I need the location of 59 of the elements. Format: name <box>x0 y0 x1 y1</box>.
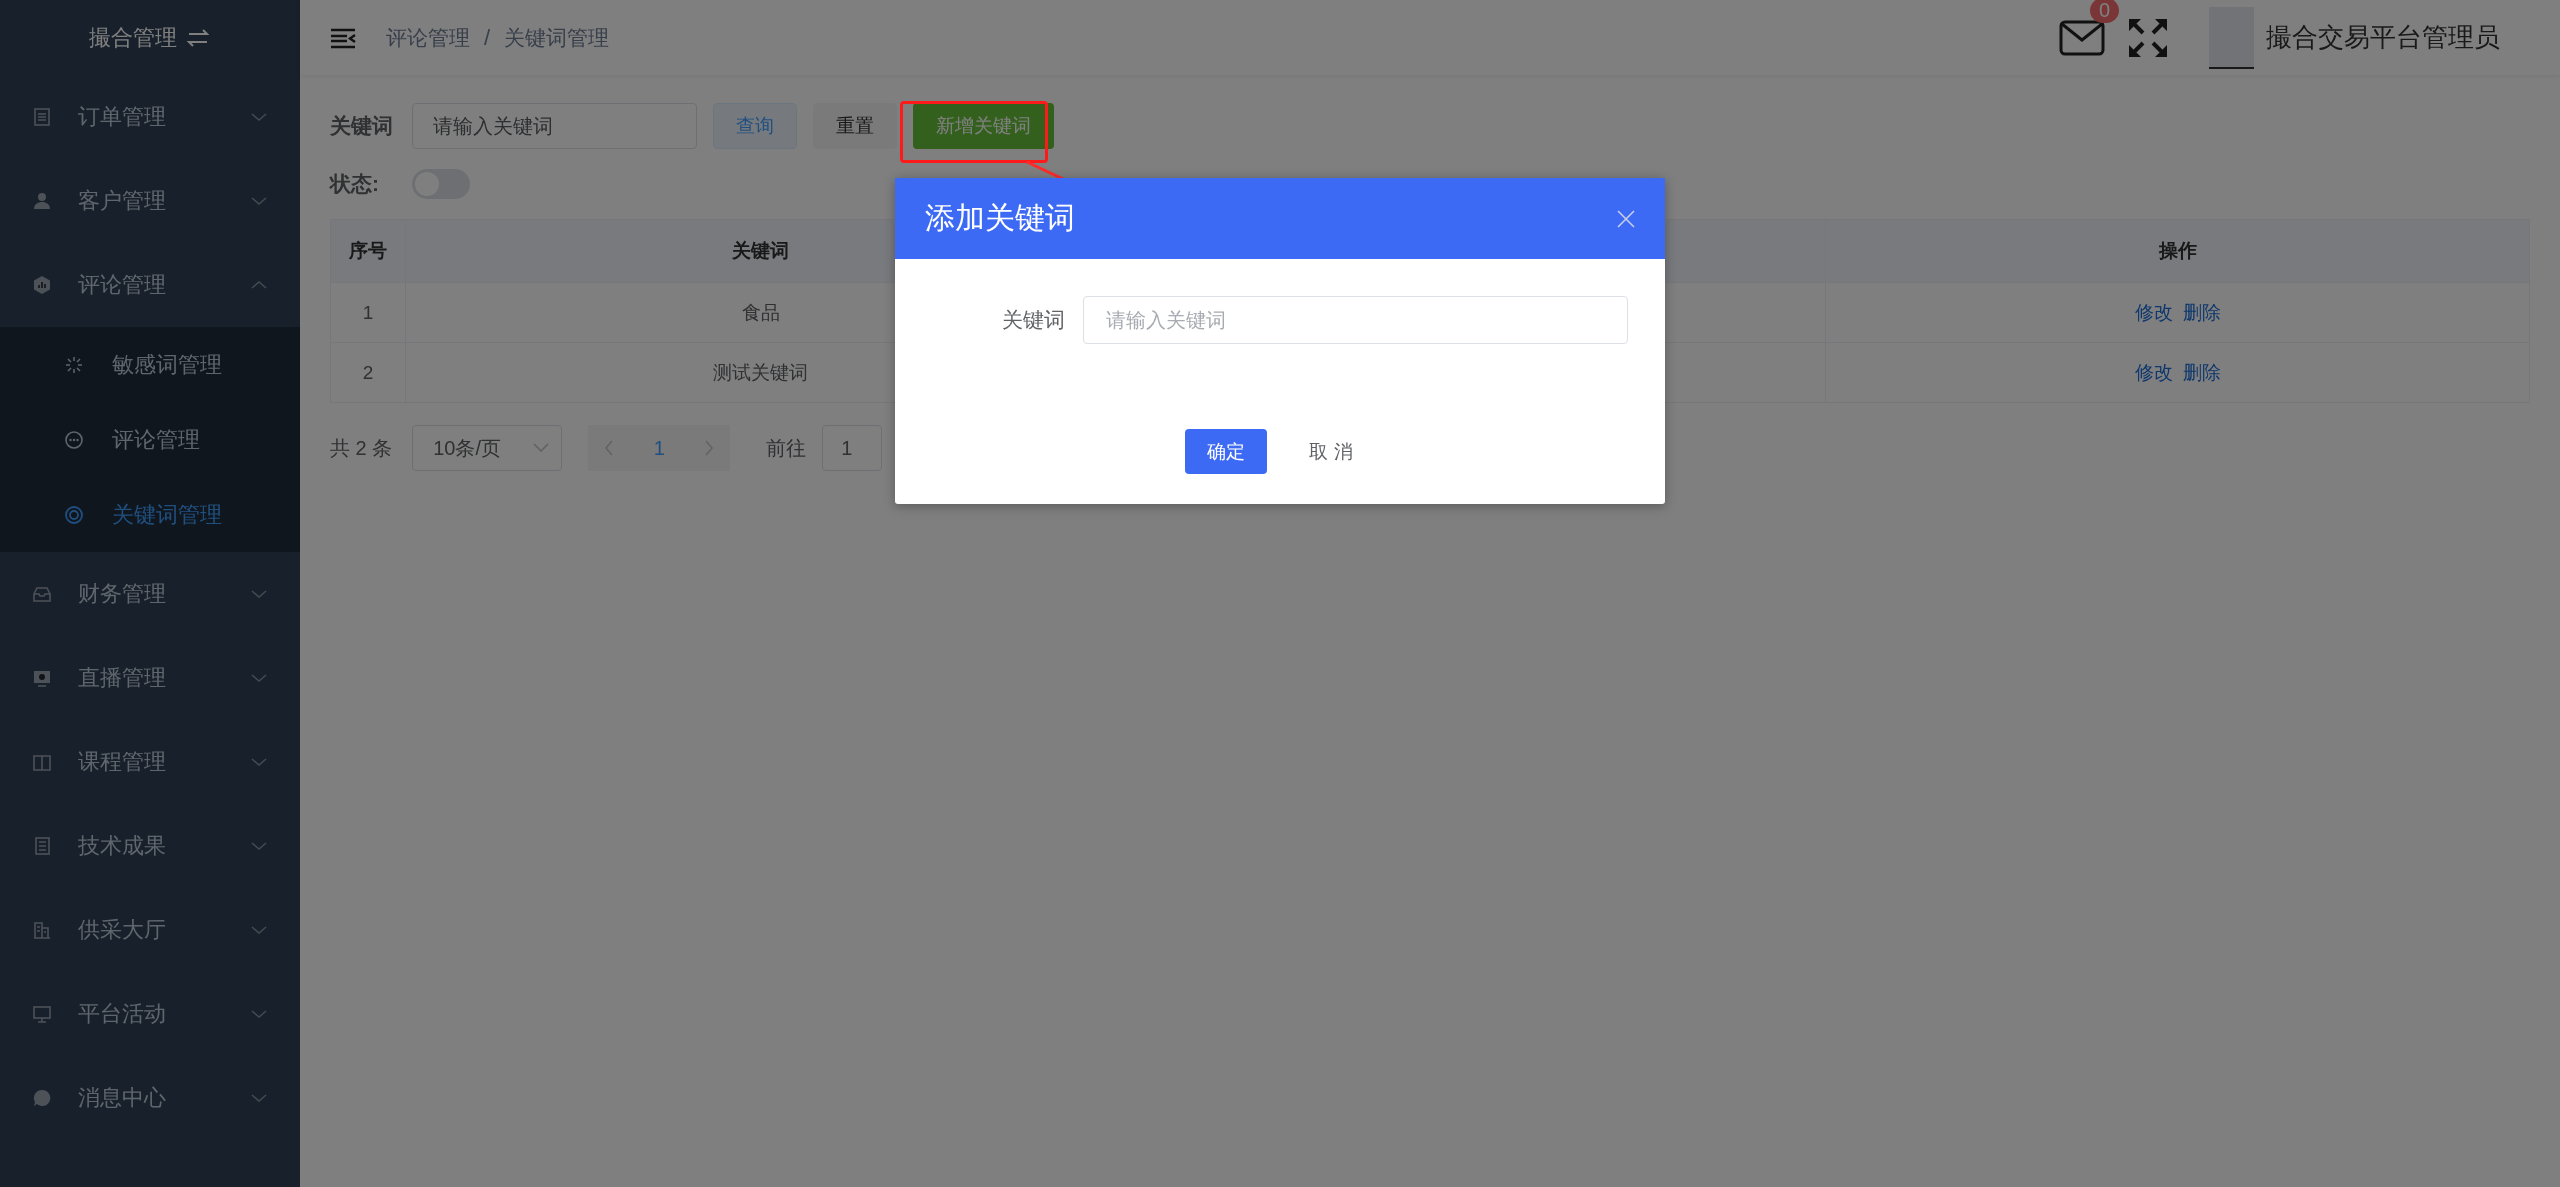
chevron-icon <box>250 1092 268 1104</box>
page-size-select[interactable]: 10条/页 <box>412 425 563 471</box>
menu-item[interactable]: 消息中心 <box>0 1056 300 1140</box>
menu-item[interactable]: 客户管理 <box>0 159 300 243</box>
column-header: 操作 <box>1825 219 2530 283</box>
chevron-icon <box>250 111 268 123</box>
search-button[interactable]: 查询 <box>713 103 797 149</box>
menu-item[interactable]: 订单管理 <box>0 75 300 159</box>
menu-item[interactable]: 供采大厅 <box>0 888 300 972</box>
submenu-item[interactable]: 敏感词管理 <box>0 327 300 402</box>
chevron-icon <box>250 195 268 207</box>
menu-item[interactable]: 平台活动 <box>0 972 300 1056</box>
keyword-input[interactable]: 请输入关键词 <box>1083 296 1628 344</box>
menu-item[interactable]: 课程管理 <box>0 720 300 804</box>
field-label: 关键词 <box>330 113 394 139</box>
avatar-placeholder[interactable] <box>2209 6 2254 69</box>
submenu-item[interactable]: 关键词管理 <box>0 477 300 552</box>
field-label: 关键词 <box>1001 307 1066 333</box>
notification-badge: 0 <box>2089 0 2119 23</box>
app-title: 撮合管理 <box>89 23 177 52</box>
table-cell: 2 <box>330 342 406 403</box>
column-header: 序号 <box>330 219 406 283</box>
fullscreen-icon[interactable] <box>2127 16 2169 59</box>
menu-item[interactable]: 财务管理 <box>0 552 300 636</box>
menu-item[interactable]: 技术成果 <box>0 804 300 888</box>
action-link[interactable]: 删除 <box>2182 361 2221 383</box>
chevron-icon <box>250 756 268 768</box>
chevron-icon <box>250 840 268 852</box>
chevron-right-icon <box>704 440 715 456</box>
reset-button[interactable]: 重置 <box>813 103 897 149</box>
chevron-icon <box>250 1008 268 1020</box>
cancel-button[interactable]: 取 消 <box>1287 429 1375 474</box>
keyword-input[interactable]: 请输入关键词 <box>412 103 697 149</box>
chevron-icon <box>250 672 268 684</box>
add-keyword-button[interactable]: 新增关键词 <box>913 103 1054 149</box>
action-link[interactable]: 修改 <box>2134 301 2173 323</box>
mail-icon[interactable] <box>2059 19 2105 56</box>
chevron-icon <box>250 279 268 291</box>
close-icon[interactable] <box>1617 209 1635 228</box>
table-cell: 1 <box>330 282 406 343</box>
dropdown-chevron-icon <box>533 443 550 453</box>
chevron-icon <box>250 588 268 600</box>
breadcrumb-separator: / <box>484 24 491 51</box>
field-label: 状态: <box>330 171 380 197</box>
chevron-icon <box>250 924 268 936</box>
swap-icon[interactable] <box>185 26 211 49</box>
action-link[interactable]: 删除 <box>2182 301 2221 323</box>
menu-item[interactable]: 直播管理 <box>0 636 300 720</box>
breadcrumb: 关键词管理 <box>504 24 610 51</box>
submenu-item[interactable]: 评论管理 <box>0 402 300 477</box>
goto-page-input[interactable]: 1 <box>822 425 883 471</box>
action-link[interactable]: 修改 <box>2134 361 2173 383</box>
user-name[interactable]: 撮合交易平台管理员 <box>2266 20 2500 55</box>
menu-item[interactable]: 评论管理 <box>0 243 300 327</box>
confirm-button[interactable]: 确定 <box>1185 429 1268 474</box>
chevron-left-icon <box>604 440 615 456</box>
total-count: 共 2 条 <box>330 435 393 461</box>
goto-label: 前往 <box>766 435 807 461</box>
breadcrumb[interactable]: 评论管理 <box>386 23 470 52</box>
